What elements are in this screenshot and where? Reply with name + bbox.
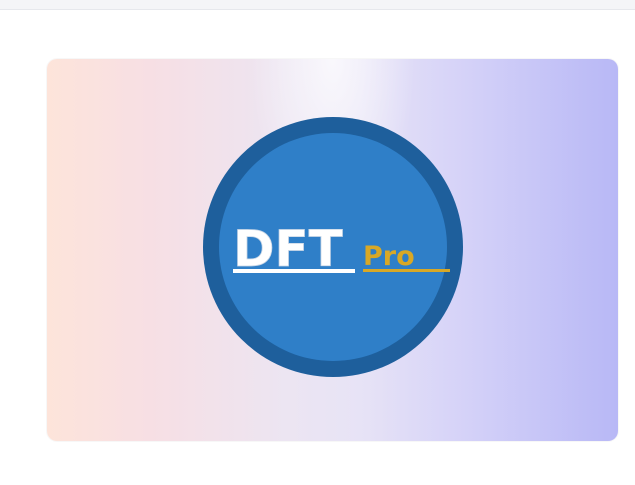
- logo-secondary-text: Pro: [363, 241, 415, 272]
- dftpro-logo: DFT Pro: [203, 117, 463, 377]
- top-bar: [0, 0, 635, 10]
- logo-image-card: DFT Pro: [47, 59, 618, 441]
- logo-underline-secondary: [363, 269, 450, 272]
- logo-underline-primary: [233, 269, 355, 273]
